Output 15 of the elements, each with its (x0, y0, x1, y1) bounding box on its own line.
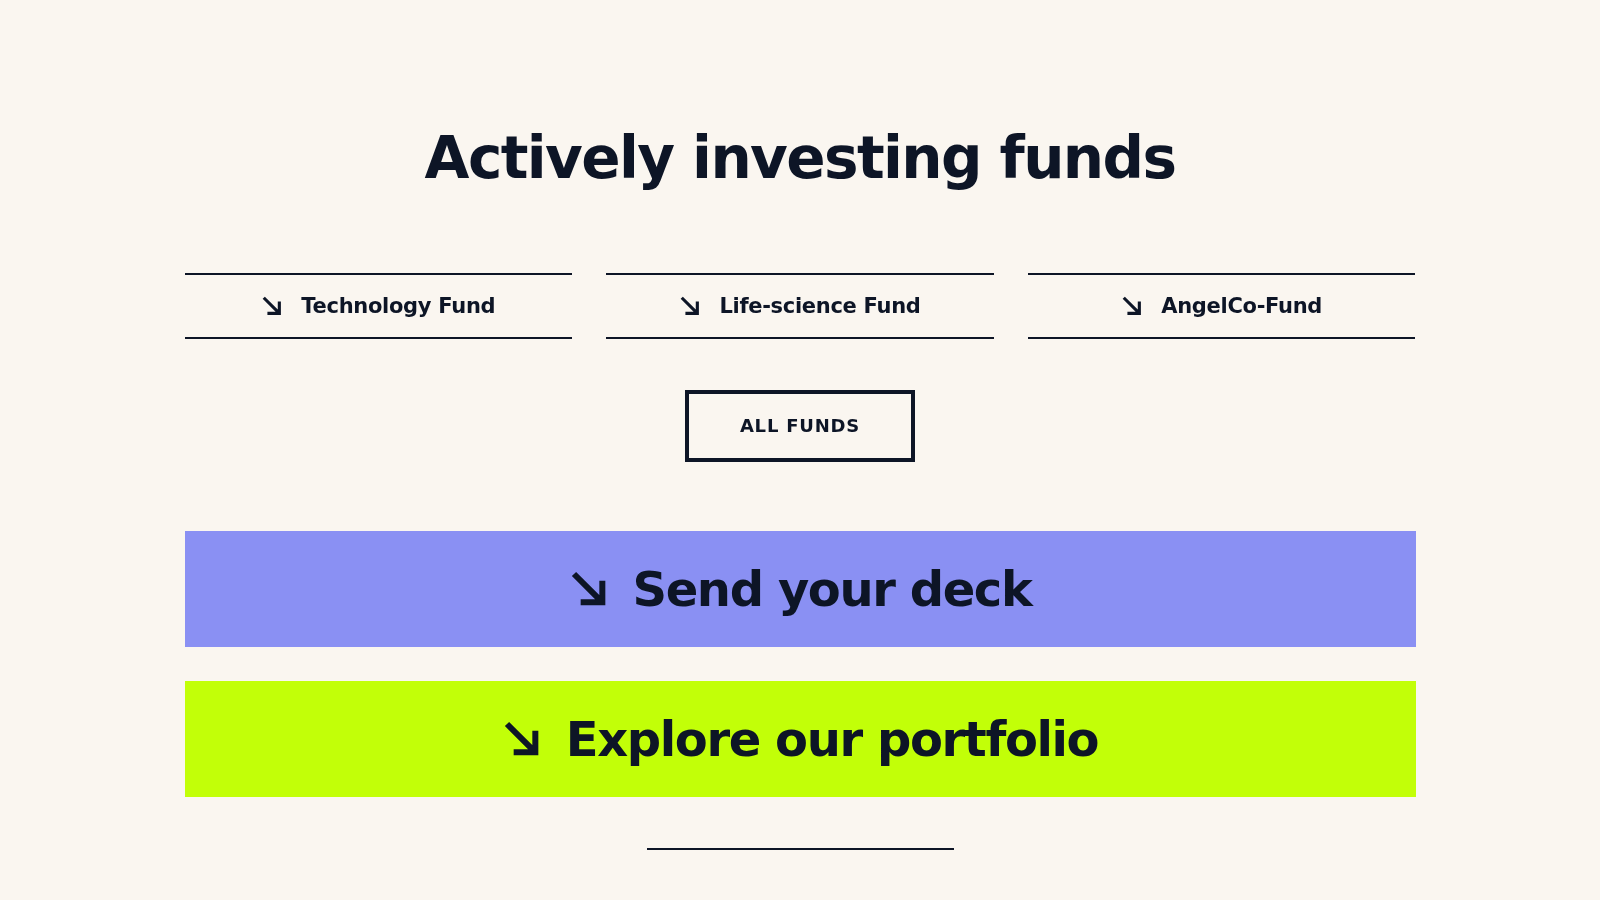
cta-banner-button[interactable]: Explore our portfolio (184, 680, 1416, 797)
fund-label: Life-science Fund (719, 293, 921, 318)
arrow-down-right-icon (1121, 294, 1144, 317)
cta-label: Send your deck (632, 560, 1032, 617)
cta-label: Explore our portfolio (565, 710, 1099, 767)
cta-banner-button[interactable]: Send your deck (184, 530, 1416, 647)
fund-label: Technology Fund (301, 293, 496, 318)
fund-link[interactable]: Life-science Fund (606, 272, 994, 339)
section-heading: Actively investing funds (423, 124, 1177, 194)
fund-link[interactable]: AngelCo-Fund (1027, 272, 1416, 339)
arrow-down-right-icon (679, 294, 702, 317)
fund-link[interactable]: Technology Fund (184, 272, 573, 339)
arrow-down-right-icon (261, 294, 284, 317)
fund-label: AngelCo-Fund (1161, 293, 1323, 318)
all-funds-button[interactable]: ALL FUNDS (685, 389, 915, 462)
